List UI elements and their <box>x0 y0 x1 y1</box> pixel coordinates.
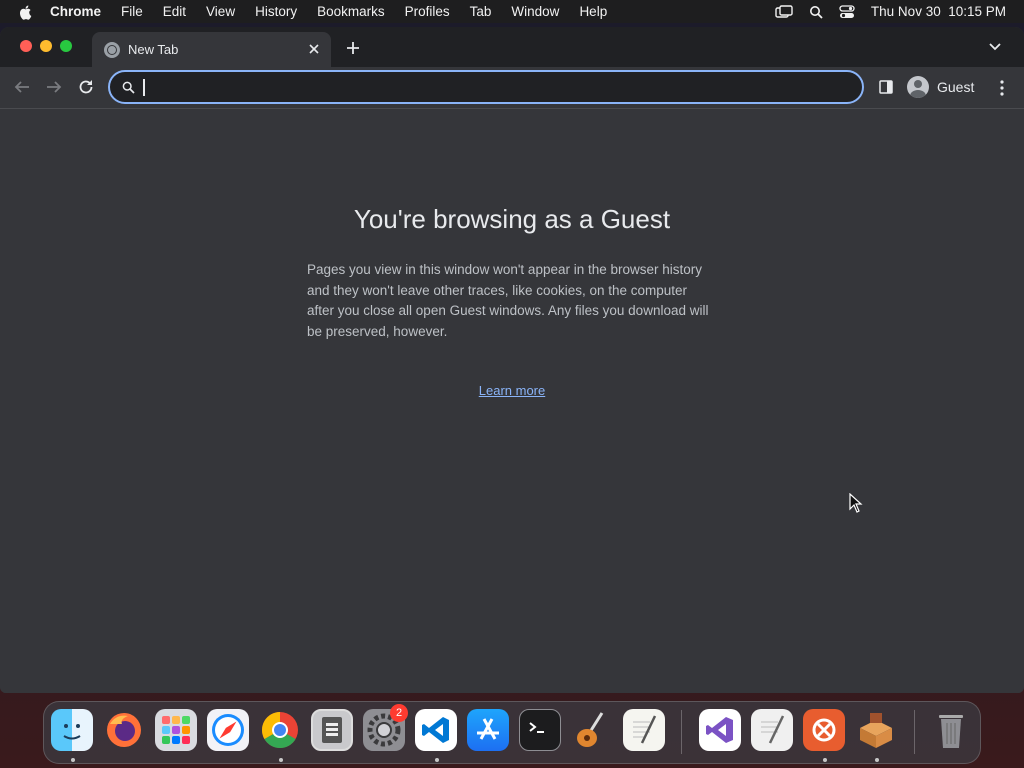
address-bar[interactable] <box>108 70 864 104</box>
learn-more-link-text[interactable]: Learn more <box>479 383 545 398</box>
forward-arrow-icon[interactable] <box>45 78 63 96</box>
tab-title: New Tab <box>128 42 179 57</box>
tab-strip: New Tab <box>0 27 1024 67</box>
reload-icon[interactable] <box>77 78 95 96</box>
spotlight-search-icon[interactable] <box>809 5 823 19</box>
guest-avatar-icon <box>907 76 929 98</box>
tab-search-chevron-icon[interactable] <box>988 41 1002 53</box>
browser-window: New Tab Guest You're browsing as a Guest… <box>0 27 1024 693</box>
app-store-icon[interactable] <box>467 709 509 751</box>
dock <box>43 701 981 764</box>
back-arrow-icon[interactable] <box>13 78 31 96</box>
menu-help[interactable]: Help <box>579 4 607 19</box>
notification-badge: 2 <box>390 704 408 722</box>
running-indicator <box>823 758 827 762</box>
page-title: You're browsing as a Guest <box>353 204 671 234</box>
control-center-icon[interactable] <box>839 4 855 19</box>
globe-icon <box>104 41 120 58</box>
running-indicator <box>875 758 879 762</box>
menu-bookmarks[interactable]: Bookmarks <box>317 4 385 19</box>
menu-tab[interactable]: Tab <box>470 4 492 19</box>
remote-desktop-icon[interactable] <box>803 709 845 751</box>
vscode-icon[interactable] <box>415 709 457 751</box>
running-indicator <box>279 758 283 762</box>
window-close-button[interactable] <box>20 40 32 52</box>
script-editor-icon[interactable] <box>751 709 793 751</box>
running-indicator <box>71 758 75 762</box>
side-panel-icon[interactable] <box>879 80 893 94</box>
profile-name: Guest <box>937 79 975 95</box>
menu-window[interactable]: Window <box>511 4 559 19</box>
instruments-icon[interactable] <box>571 709 613 751</box>
apple-logo-icon[interactable] <box>18 4 34 20</box>
learn-more-link: Learn more <box>0 383 1024 398</box>
trash-icon[interactable] <box>930 709 972 751</box>
textedit-icon[interactable] <box>623 709 665 751</box>
menu-bar-clock[interactable]: Thu Nov 30 10:15 PM <box>871 4 1006 19</box>
window-minimize-button[interactable] <box>40 40 52 52</box>
running-indicator <box>435 758 439 762</box>
terminal-icon[interactable] <box>519 709 561 751</box>
safari-icon[interactable] <box>207 709 249 751</box>
tab-new-tab[interactable]: New Tab <box>92 32 331 67</box>
dock-separator <box>914 710 915 754</box>
launchpad-icon[interactable] <box>155 709 197 751</box>
new-tab-plus-icon[interactable] <box>345 40 361 56</box>
guest-description: Pages you view in this window won't appe… <box>307 262 709 339</box>
screen-mirroring-icon[interactable] <box>775 4 793 19</box>
menu-app-name[interactable]: Chrome <box>50 4 101 19</box>
menu-history[interactable]: History <box>255 4 297 19</box>
dock-separator <box>681 710 682 754</box>
close-tab-icon[interactable] <box>307 42 321 56</box>
profile-button[interactable]: Guest <box>904 71 982 103</box>
guest-page-content: You're browsing as a Guest Pages you vie… <box>0 109 1024 693</box>
window-maximize-button[interactable] <box>60 40 72 52</box>
browser-toolbar: Guest <box>0 67 1024 109</box>
chrome-icon[interactable] <box>259 709 301 751</box>
menu-edit[interactable]: Edit <box>163 4 186 19</box>
preview-icon[interactable] <box>311 709 353 751</box>
menu-file[interactable]: File <box>121 4 143 19</box>
menu-profiles[interactable]: Profiles <box>405 4 450 19</box>
menu-bar: Chrome File Edit View History Bookmarks … <box>0 0 1024 23</box>
search-icon <box>122 81 135 94</box>
menu-view[interactable]: View <box>206 4 235 19</box>
mouse-cursor-icon <box>849 493 863 513</box>
menu-bar-status: Thu Nov 30 10:15 PM <box>775 0 1006 23</box>
address-input[interactable] <box>142 76 846 100</box>
visual-studio-icon[interactable] <box>699 709 741 751</box>
package-installer-icon[interactable] <box>855 709 897 751</box>
finder-icon[interactable] <box>51 709 93 751</box>
more-options-icon[interactable] <box>996 79 1008 97</box>
firefox-icon[interactable] <box>103 709 145 751</box>
text-caret <box>143 79 145 96</box>
